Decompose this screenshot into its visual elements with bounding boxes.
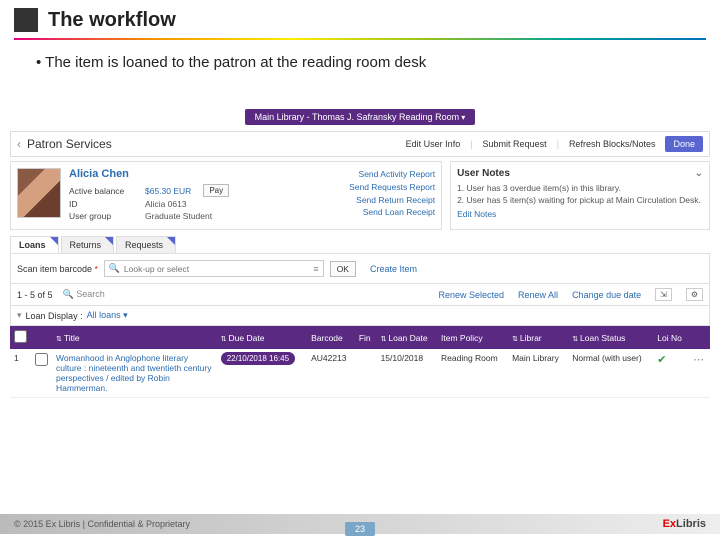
balance-value[interactable]: $65.30 EUR bbox=[145, 186, 191, 196]
tab-requests[interactable]: Requests bbox=[116, 236, 176, 253]
tab-returns[interactable]: Returns bbox=[61, 236, 115, 253]
search-toggle-icon[interactable]: 🔍 Search bbox=[63, 289, 105, 300]
id-value: Alicia 0613 bbox=[145, 199, 187, 209]
col-due-date[interactable]: Due Date bbox=[217, 326, 307, 349]
row-title-link[interactable]: Womanhood in Anglophone literary culture… bbox=[52, 349, 217, 398]
filter-icon[interactable]: ▾ bbox=[17, 310, 22, 321]
edit-user-info-link[interactable]: Edit User Info bbox=[406, 139, 461, 149]
submit-request-link[interactable]: Submit Request bbox=[483, 139, 547, 149]
select-all-checkbox[interactable] bbox=[14, 330, 27, 343]
col-loan-date[interactable]: Loan Date bbox=[377, 326, 437, 349]
col-fine[interactable]: Fin bbox=[355, 326, 377, 349]
user-name-link[interactable]: Alicia Chen bbox=[69, 168, 341, 180]
tab-loans[interactable]: Loans bbox=[10, 236, 59, 253]
tab-loans-label: Loans bbox=[19, 240, 46, 250]
row-loan-status: Normal (with user) bbox=[568, 349, 653, 398]
slide-title: The workflow bbox=[48, 9, 176, 32]
scan-input-wrap[interactable]: 🔍 ≡ bbox=[104, 260, 324, 277]
export-icon[interactable]: ⇲ bbox=[655, 288, 672, 301]
tab-row: Loans Returns Requests bbox=[10, 236, 710, 253]
patron-services-title: Patron Services bbox=[27, 137, 112, 151]
group-label: User group bbox=[69, 211, 133, 221]
row-loan-date: 15/10/2018 bbox=[377, 349, 437, 398]
row-due-date[interactable]: 22/10/2018 16:45 bbox=[221, 352, 295, 365]
row-actions-menu[interactable]: ⋯ bbox=[693, 354, 704, 366]
edit-notes-link[interactable]: Edit Notes bbox=[457, 209, 703, 219]
list-icon[interactable]: ≡ bbox=[313, 264, 318, 274]
scan-row: Scan item barcode * 🔍 ≡ OK Create Item bbox=[10, 253, 710, 284]
app-screenshot: Main Library - Thomas J. Safransky Readi… bbox=[10, 109, 710, 398]
col-loan-notes[interactable]: Loi No bbox=[653, 326, 689, 349]
renew-selected-link[interactable]: Renew Selected bbox=[438, 290, 504, 300]
renew-all-link[interactable]: Renew All bbox=[518, 290, 558, 300]
send-return-receipt-link[interactable]: Send Return Receipt bbox=[349, 194, 435, 207]
change-due-date-link[interactable]: Change due date bbox=[572, 290, 641, 300]
user-notes-panel: User Notes ⌄ 1. User has 3 overdue item(… bbox=[450, 161, 710, 230]
send-requests-report-link[interactable]: Send Requests Report bbox=[349, 181, 435, 194]
group-value: Graduate Student bbox=[145, 211, 212, 221]
refresh-blocks-link[interactable]: Refresh Blocks/Notes bbox=[569, 139, 656, 149]
collapse-icon[interactable]: ⌄ bbox=[695, 168, 703, 179]
result-count: 1 - 5 of 5 bbox=[17, 290, 53, 300]
loans-table: Title Due Date Barcode Fin Loan Date Ite… bbox=[10, 326, 710, 398]
col-barcode[interactable]: Barcode bbox=[307, 326, 355, 349]
user-notes-title: User Notes bbox=[457, 168, 510, 179]
scan-barcode-input[interactable] bbox=[124, 264, 310, 274]
done-button[interactable]: Done bbox=[665, 136, 703, 152]
col-library[interactable]: Librar bbox=[508, 326, 568, 349]
create-item-link[interactable]: Create Item bbox=[370, 264, 417, 274]
footer-copyright: © 2015 Ex Libris | Confidential & Propri… bbox=[14, 519, 190, 529]
user-avatar bbox=[17, 168, 61, 218]
col-item-policy[interactable]: Item Policy bbox=[437, 326, 508, 349]
patron-services-bar: ‹ Patron Services Edit User Info | Submi… bbox=[10, 131, 710, 157]
col-title[interactable]: Title bbox=[52, 326, 217, 349]
pay-button[interactable]: Pay bbox=[203, 184, 229, 197]
loan-display-label: Loan Display : bbox=[26, 311, 83, 321]
send-loan-receipt-link[interactable]: Send Loan Receipt bbox=[349, 206, 435, 219]
user-panel: Alicia Chen Active balance $65.30 EUR Pa… bbox=[10, 161, 442, 230]
location-dropdown[interactable]: Main Library - Thomas J. Safransky Readi… bbox=[245, 109, 476, 125]
table-row: 1 Womanhood in Anglophone literary cultu… bbox=[10, 349, 710, 398]
check-icon: ✔ bbox=[657, 354, 666, 366]
title-accent-block bbox=[14, 8, 38, 32]
row-index: 1 bbox=[10, 349, 31, 398]
row-library: Main Library bbox=[508, 349, 568, 398]
send-activity-report-link[interactable]: Send Activity Report bbox=[349, 168, 435, 181]
search-icon: 🔍 bbox=[109, 263, 120, 274]
row-checkbox[interactable] bbox=[35, 353, 48, 366]
exlibris-logo: ExLibris bbox=[663, 518, 706, 530]
list-controls: 1 - 5 of 5 🔍 Search Renew Selected Renew… bbox=[10, 284, 710, 306]
settings-icon[interactable]: ⚙ bbox=[686, 288, 703, 301]
id-label: ID bbox=[69, 199, 133, 209]
balance-label: Active balance bbox=[69, 186, 133, 196]
row-item-policy: Reading Room bbox=[437, 349, 508, 398]
col-loan-status[interactable]: Loan Status bbox=[568, 326, 653, 349]
back-chevron-icon[interactable]: ‹ bbox=[17, 137, 21, 151]
user-note-2: 2. User has 5 item(s) waiting for pickup… bbox=[457, 195, 703, 205]
user-note-1: 1. User has 3 overdue item(s) in this li… bbox=[457, 183, 703, 193]
page-number: 23 bbox=[345, 522, 375, 536]
ok-button[interactable]: OK bbox=[330, 261, 356, 277]
scan-label: Scan item barcode bbox=[17, 264, 92, 274]
loan-display-filter: ▾ Loan Display : All loans ▾ bbox=[10, 306, 710, 326]
tab-requests-label: Requests bbox=[125, 240, 163, 250]
loan-display-value[interactable]: All loans ▾ bbox=[87, 310, 128, 321]
row-barcode: AU42213 bbox=[307, 349, 355, 398]
tab-returns-label: Returns bbox=[70, 240, 102, 250]
slide-bullet: The item is loaned to the patron at the … bbox=[0, 40, 720, 71]
